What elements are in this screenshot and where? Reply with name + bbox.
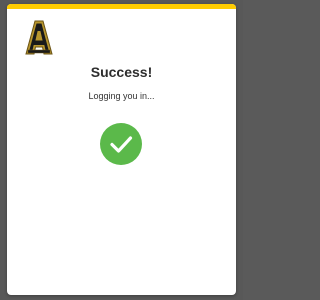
status-message: Logging you in... — [88, 91, 155, 101]
checkmark-circle-icon — [100, 123, 142, 165]
appalachian-a-logo-icon — [25, 20, 53, 56]
modal-backdrop: Success! Logging you in... — [0, 0, 243, 300]
success-title: Success! — [90, 64, 153, 80]
accent-bar — [7, 4, 236, 9]
login-status-card: Success! Logging you in... — [7, 4, 236, 295]
